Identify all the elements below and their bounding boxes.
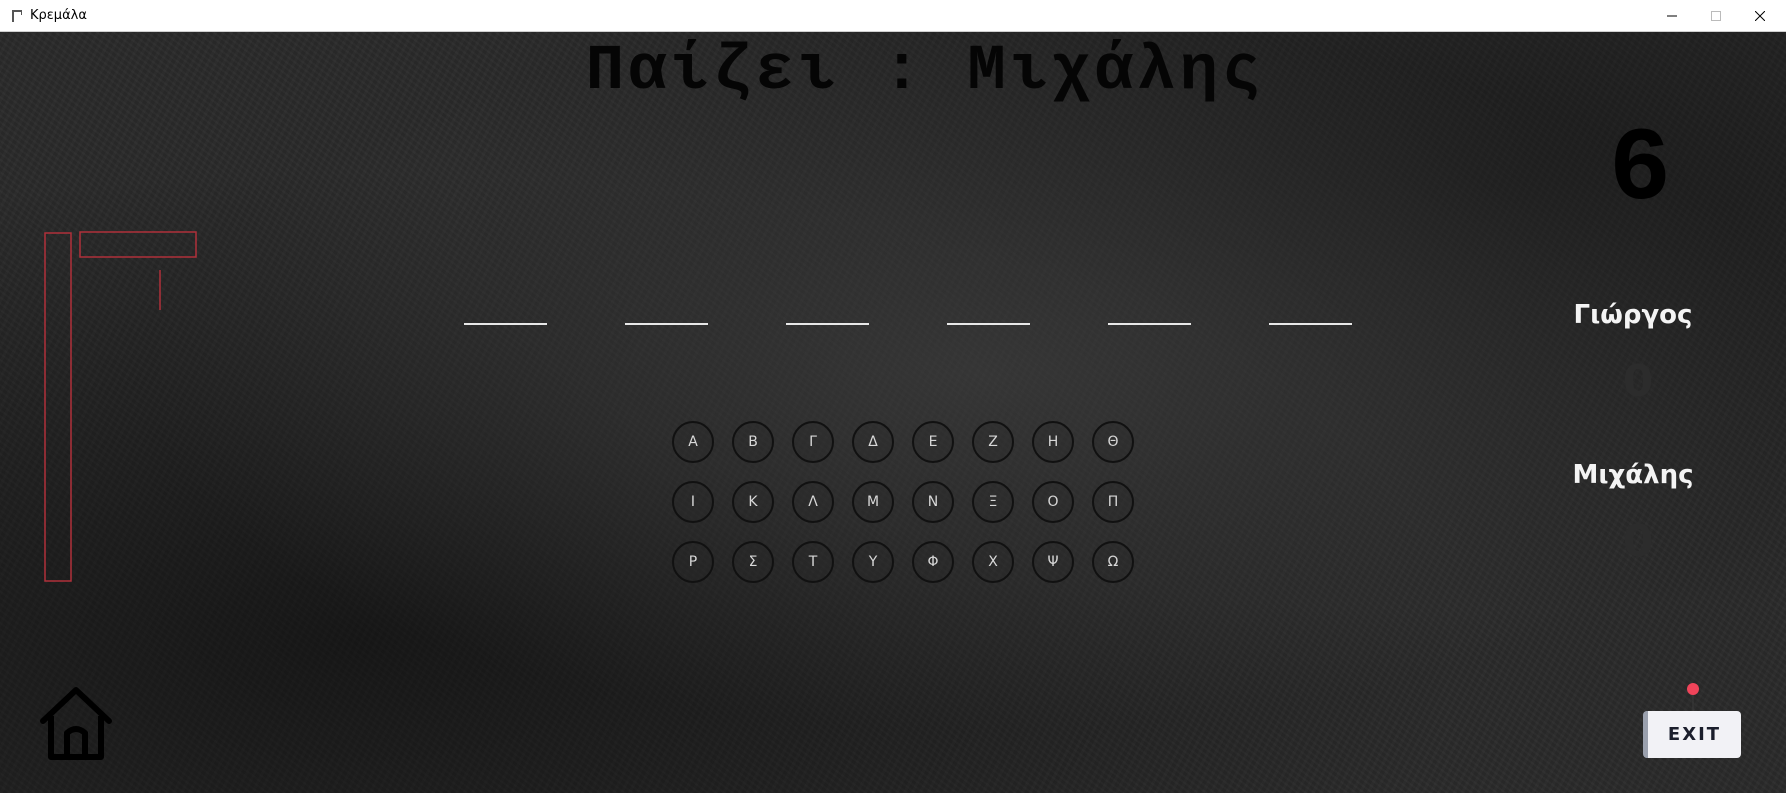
letter-key-psi[interactable]: Ψ (1032, 541, 1074, 583)
letter-key-xi[interactable]: Ξ (972, 481, 1014, 523)
letter-key-epsilon[interactable]: Ε (912, 421, 954, 463)
exit-indicator-dot (1687, 683, 1699, 695)
letter-key-theta[interactable]: Θ (1092, 421, 1134, 463)
home-button[interactable] (37, 683, 115, 761)
player2-name: Μιχάλης (1572, 460, 1694, 490)
letter-blank (625, 323, 708, 325)
letter-key-zeta[interactable]: Ζ (972, 421, 1014, 463)
letter-key-gamma[interactable]: Γ (792, 421, 834, 463)
letter-key-omicron[interactable]: Ο (1032, 481, 1074, 523)
turn-title: Παίζει : Μιχάλης (585, 36, 1265, 108)
letter-key-delta[interactable]: Δ (852, 421, 894, 463)
minimize-button[interactable] (1650, 0, 1694, 32)
window-title: Κρεμάλα (30, 8, 87, 23)
letter-key-upsilon[interactable]: Υ (852, 541, 894, 583)
home-icon (40, 687, 112, 760)
maximize-button[interactable] (1694, 0, 1738, 32)
letter-key-omega[interactable]: Ω (1092, 541, 1134, 583)
remaining-attempts: 6 (1608, 112, 1672, 230)
letter-key-phi[interactable]: Φ (912, 541, 954, 583)
letter-key-tau[interactable]: Τ (792, 541, 834, 583)
letter-blank (947, 323, 1030, 325)
letter-key-iota[interactable]: Ι (672, 481, 714, 523)
letter-blank (1269, 323, 1352, 325)
player1-score: 0 (1622, 356, 1654, 407)
maximize-icon (1711, 11, 1721, 21)
gallows-icon (12, 10, 22, 22)
letter-key-lambda[interactable]: Λ (792, 481, 834, 523)
close-icon (1755, 11, 1765, 21)
close-button[interactable] (1738, 0, 1782, 32)
letter-key-sigma[interactable]: Σ (732, 541, 774, 583)
letter-key-rho[interactable]: Ρ (672, 541, 714, 583)
letter-blank (1108, 323, 1191, 325)
letter-key-alpha[interactable]: Α (672, 421, 714, 463)
player2-score: 0 (1622, 516, 1654, 567)
minimize-icon (1667, 15, 1677, 17)
letter-key-kappa[interactable]: Κ (732, 481, 774, 523)
letter-key-nu[interactable]: Ν (912, 481, 954, 523)
player1-name: Γιώργος (1573, 300, 1693, 330)
exit-button[interactable]: EXIT (1643, 711, 1741, 758)
letter-key-eta[interactable]: Η (1032, 421, 1074, 463)
letter-blank (464, 323, 547, 325)
letter-key-beta[interactable]: Β (732, 421, 774, 463)
game-board (0, 32, 1786, 793)
letter-key-mu[interactable]: Μ (852, 481, 894, 523)
letter-key-pi[interactable]: Π (1092, 481, 1134, 523)
letter-key-chi[interactable]: Χ (972, 541, 1014, 583)
letter-blank (786, 323, 869, 325)
gallows-drawing (44, 231, 197, 582)
window-titlebar: Κρεμάλα (0, 0, 1786, 32)
